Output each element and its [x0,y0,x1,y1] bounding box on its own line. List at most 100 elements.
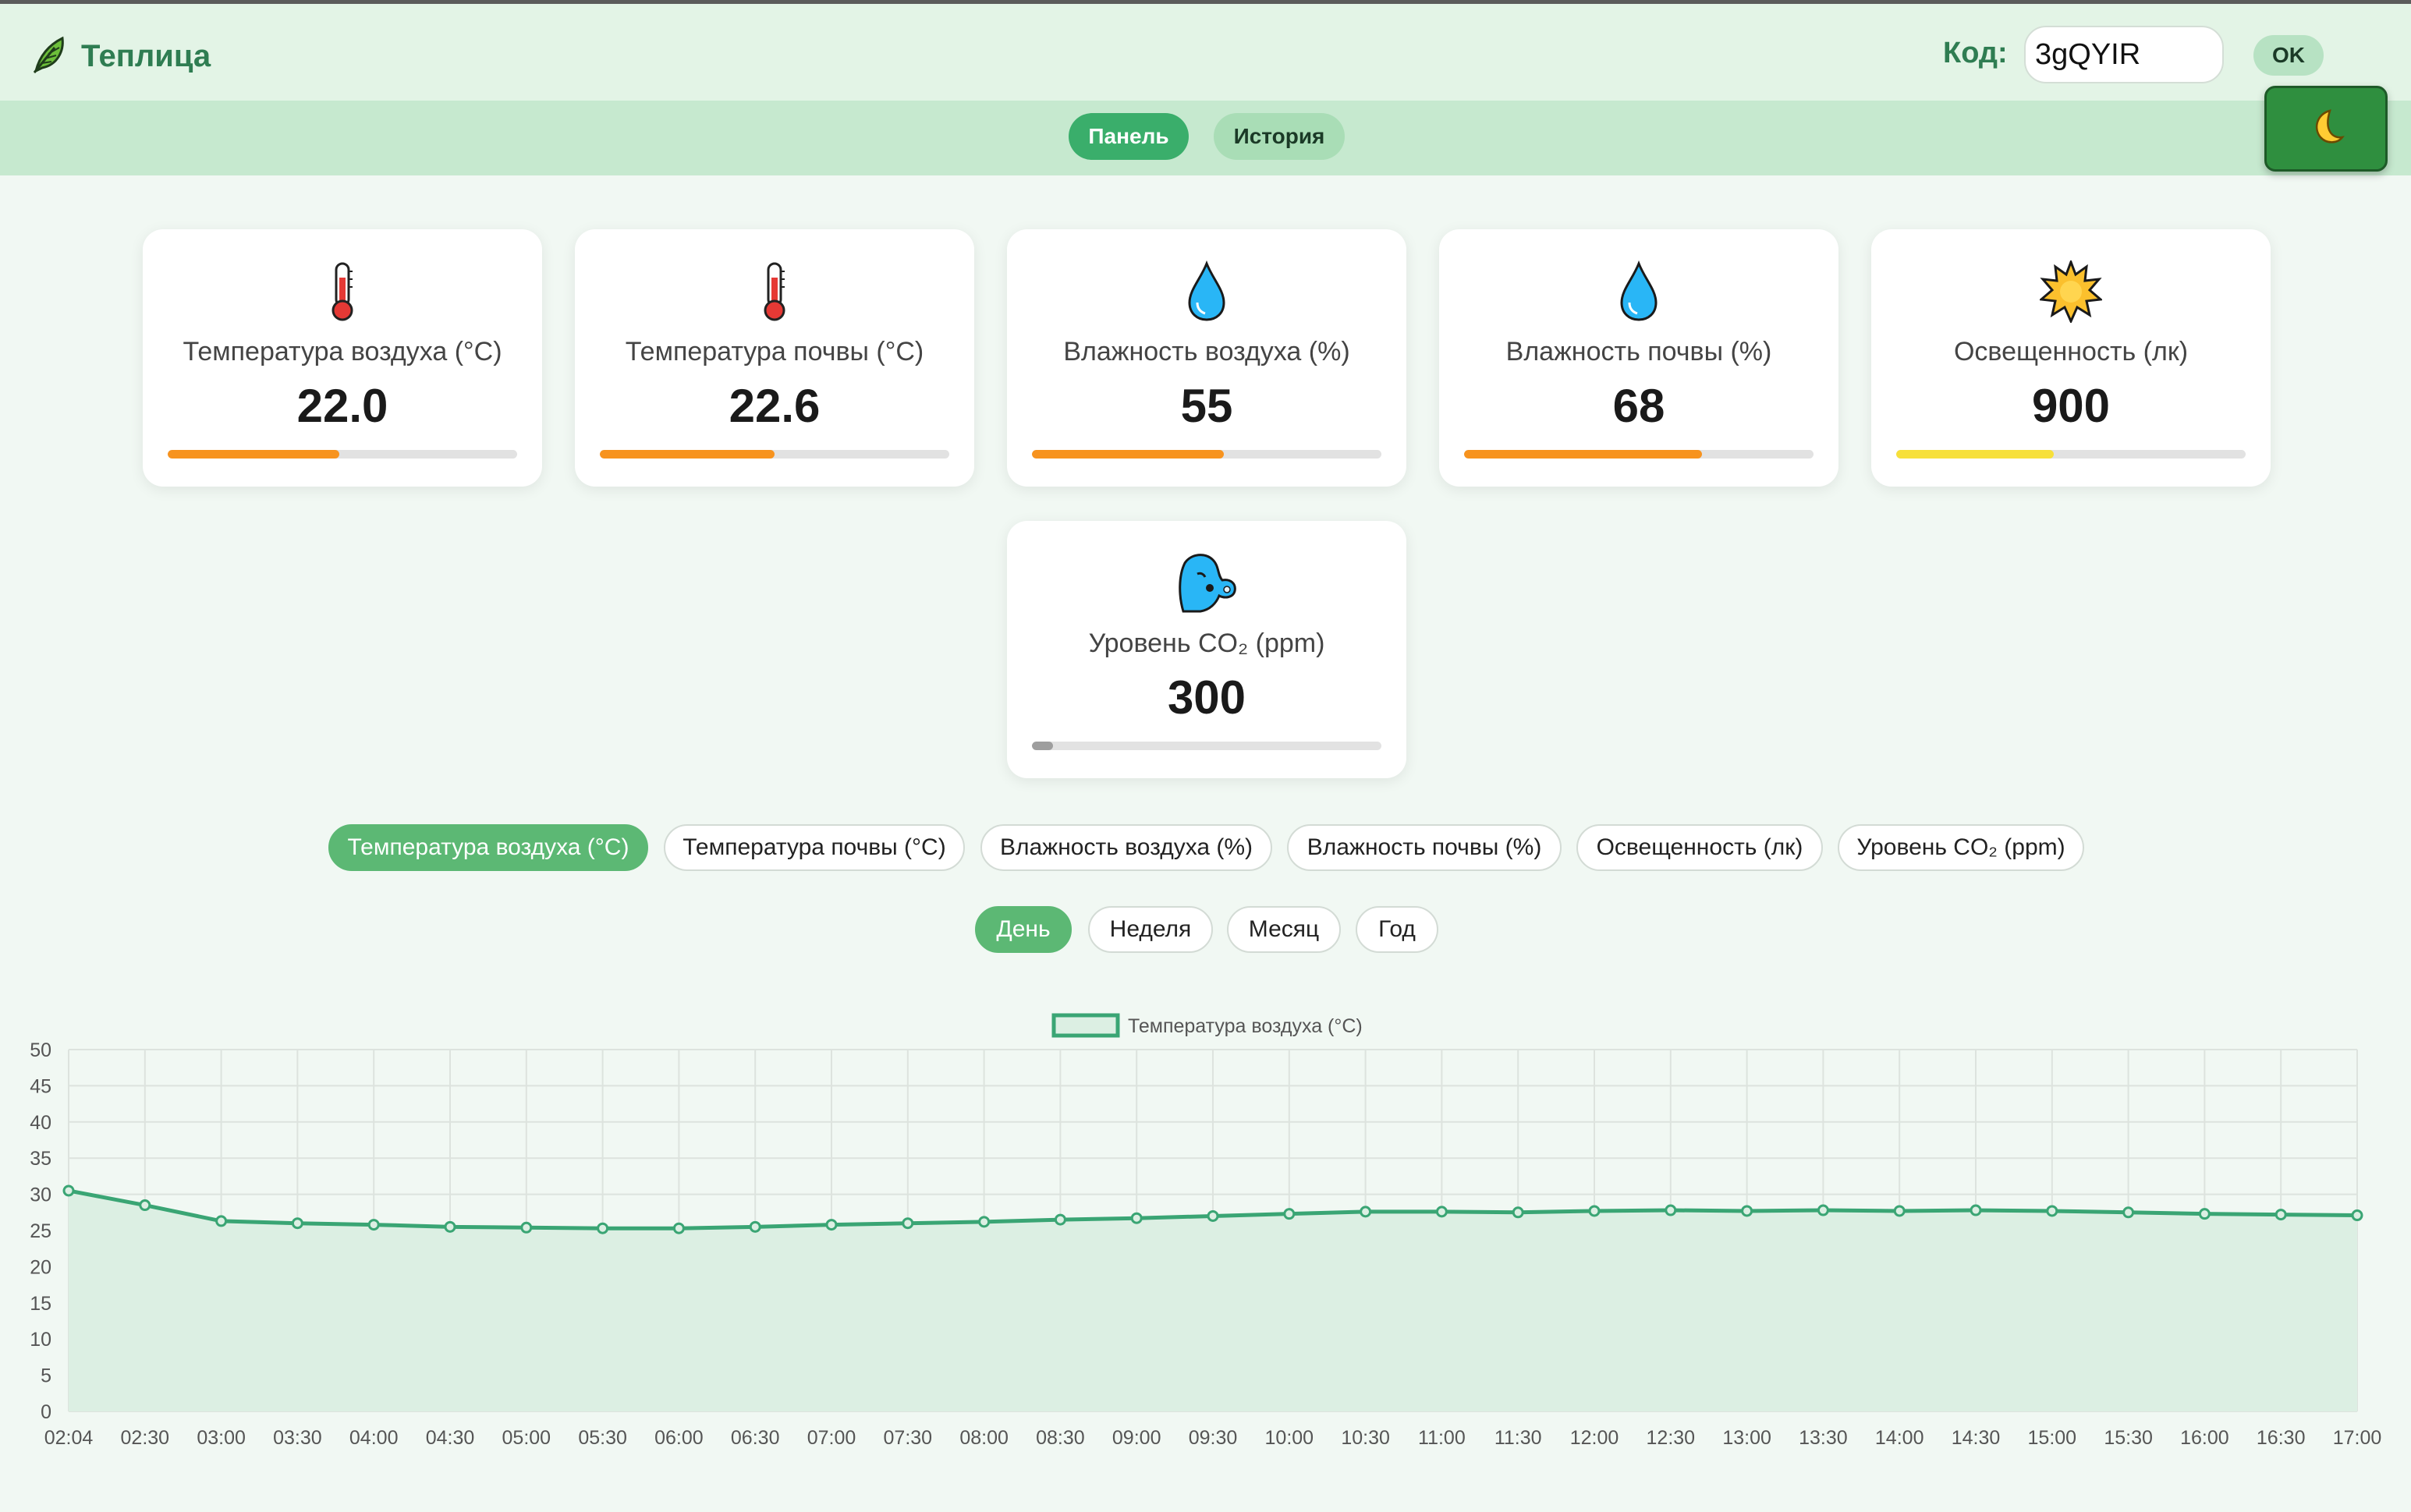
sensor-card-air-temp: Температура воздуха (°C) 22.0 [143,229,542,487]
card-progress-fill [1032,450,1225,459]
data-point [2198,1208,2211,1220]
tab-history[interactable]: История [1214,113,1345,160]
legend-swatch [1051,1013,1120,1038]
app-title: Теплица [81,39,211,73]
metric-tab-co2[interactable]: Уровень CO₂ (ppm) [1838,824,2084,871]
sensor-card-co2: Уровень CO₂ (ppm) 300 [1007,521,1406,778]
x-tick-label: 09:00 [1112,1427,1161,1449]
data-point [1512,1206,1524,1219]
card-label: Освещенность (лк) [1953,337,2189,366]
card-value: 22.0 [296,380,388,432]
data-point [1665,1204,1677,1216]
ok-button[interactable]: OK [2253,35,2324,76]
nav-bar: Панель История [0,101,2411,175]
metric-tab-soil-humidity[interactable]: Влажность почвы (%) [1287,824,1562,871]
x-tick-label: 11:00 [1418,1427,1466,1449]
card-progress [1032,742,1381,750]
card-value: 22.6 [729,380,821,432]
data-point [291,1217,303,1230]
x-tick-label: 09:30 [1189,1427,1238,1449]
period-tab-year[interactable]: Год [1356,906,1438,953]
data-point [672,1222,685,1234]
thermometer-icon [143,260,542,323]
metric-tab-soil-temp[interactable]: Температура почвы (°C) [664,824,965,871]
metric-tab-air-temp[interactable]: Температура воздуха (°C) [328,824,648,871]
code-form: Код: OK [1943,26,2411,88]
x-tick-label: 07:00 [807,1427,856,1449]
droplet-icon [1007,260,1406,323]
sensor-card-light: Освещенность (лк) 900 [1871,229,2271,487]
y-tick-label: 25 [30,1220,51,1242]
data-point [597,1222,609,1234]
y-tick-label: 30 [30,1184,51,1206]
period-tab-day[interactable]: День [975,906,1072,953]
data-point [978,1216,991,1228]
x-tick-label: 05:30 [578,1427,627,1449]
data-point [825,1219,838,1231]
data-point [2351,1209,2363,1222]
face-exhaling-icon [1007,552,1406,614]
data-point [749,1220,761,1233]
y-axis-ticks: 0 5 10 15 20 25 30 35 40 45 50 [30,1039,51,1423]
card-label: Уровень CO₂ (ppm) [1088,629,1325,658]
x-tick-label: 15:30 [2104,1427,2153,1449]
card-label: Температура воздуха (°C) [183,337,502,366]
code-label: Код: [1943,37,2008,69]
x-axis-ticks: 02:04 02:30 03:00 03:30 04:00 04:30 05:00 05:30… [44,1427,2382,1449]
card-progress-fill [168,450,339,459]
legend-label: Температура воздуха (°C) [1128,1015,1363,1037]
x-tick-label: 16:30 [2257,1427,2306,1449]
x-tick-label: 03:30 [273,1427,322,1449]
x-tick-label: 12:00 [1570,1427,1619,1449]
data-point [1360,1206,1372,1218]
data-point [62,1184,75,1197]
x-tick-label: 15:00 [2028,1427,2077,1449]
y-tick-label: 40 [30,1112,51,1134]
period-tab-month[interactable]: Месяц [1227,906,1341,953]
data-point [902,1217,914,1230]
y-tick-label: 50 [30,1039,51,1061]
theme-toggle-button[interactable] [2264,86,2388,172]
data-point [1893,1205,1906,1217]
x-tick-label: 16:00 [2180,1427,2229,1449]
data-point [215,1215,228,1227]
moon-icon [2306,108,2345,150]
x-tick-label: 08:00 [959,1427,1009,1449]
card-value: 300 [1167,671,1246,724]
code-input[interactable] [2024,26,2224,83]
data-point [367,1219,380,1231]
metric-tab-light[interactable]: Освещенность (лк) [1576,824,1823,871]
data-point [2274,1209,2287,1221]
y-tick-label: 0 [41,1401,51,1423]
droplet-icon [1439,260,1838,323]
sun-icon [1871,260,2271,323]
card-progress [1896,450,2246,459]
chart-legend[interactable]: Температура воздуха (°C) [1051,1013,1363,1038]
x-tick-label: 02:04 [44,1427,94,1449]
tab-panel[interactable]: Панель [1069,113,1189,160]
y-tick-label: 35 [30,1148,51,1170]
x-tick-label: 04:00 [349,1427,399,1449]
x-tick-label: 06:00 [654,1427,704,1449]
card-progress-fill [1032,742,1053,750]
y-tick-label: 20 [30,1256,51,1278]
history-chart: 0 5 10 15 20 25 30 35 40 45 50 02:04 02:30 03:00 03:3… [0,998,2411,1508]
x-tick-label: 12:30 [1647,1427,1696,1449]
x-tick-label: 02:30 [121,1427,170,1449]
y-tick-label: 45 [30,1075,51,1097]
card-progress-fill [1896,450,2054,459]
sensor-card-air-humidity: Влажность воздуха (%) 55 [1007,229,1406,487]
card-label: Влажность воздуха (%) [1063,337,1350,366]
brand[interactable]: Теплица [31,35,211,78]
card-progress-fill [600,450,775,459]
data-point [1588,1205,1601,1217]
card-label: Влажность почвы (%) [1505,337,1772,366]
data-point [2046,1205,2058,1217]
data-point [1435,1206,1448,1218]
metric-tab-air-humidity[interactable]: Влажность воздуха (%) [980,824,1272,871]
card-label: Температура почвы (°C) [625,337,924,366]
x-tick-label: 08:30 [1036,1427,1085,1449]
card-progress [168,450,517,459]
period-tab-week[interactable]: Неделя [1088,906,1213,953]
data-point [1130,1212,1143,1224]
